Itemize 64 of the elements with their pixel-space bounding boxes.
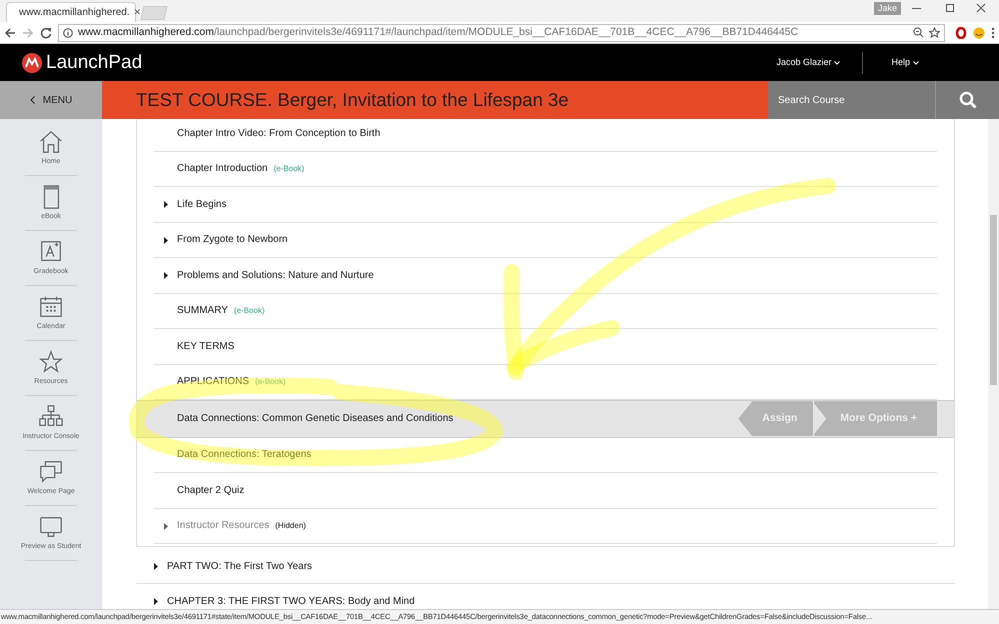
list-row[interactable]: Data Connections: Teratogens <box>154 438 937 473</box>
item-title[interactable]: Data Connections: Teratogens <box>177 447 312 462</box>
expand-triangle-icon[interactable] <box>154 563 158 570</box>
reload-icon[interactable] <box>40 26 52 38</box>
back-icon[interactable] <box>4 26 16 38</box>
restore-button[interactable] <box>946 4 954 12</box>
help-menu[interactable]: Help <box>891 56 919 70</box>
item-title[interactable]: From Zygote to Newborn <box>177 232 288 248</box>
list-row[interactable]: Chapter Intro Video: From Conception to Birth <box>154 119 937 152</box>
list-row[interactable]: Chapter Introduction (e-Book) <box>154 152 937 187</box>
extension-icon[interactable] <box>955 26 967 38</box>
item-title[interactable]: Chapter Intro Video: From Conception to Birth <box>177 126 380 141</box>
kebab-menu-icon[interactable] <box>991 26 995 38</box>
list-row[interactable]: From Zygote to Newborn <box>154 222 937 258</box>
item-title[interactable]: Life Begins <box>177 196 226 212</box>
course-title-bar: TEST COURSE. Berger, Invitation to the Lifespan 3e <box>102 81 768 119</box>
chevron-icon <box>30 96 35 104</box>
search-button[interactable] <box>935 81 999 119</box>
list-row[interactable]: Problems and Solutions: Nature and Nurture <box>154 258 937 294</box>
url-text: www.macmillanhighered.com/launchpad/bergerinvitels3e/4691171#/launchpad/item/MODULE_bsi__CAF16DAE__701B__4CEC__A796__BB71D446445C <box>78 24 798 40</box>
chat-icon[interactable] <box>38 458 64 485</box>
list-row[interactable]: Instructor Resources (Hidden) <box>154 508 937 544</box>
item-title[interactable]: Chapter 2 Quiz <box>177 482 244 498</box>
emoji-icon[interactable] <box>973 26 985 38</box>
bookmark-star-icon[interactable] <box>929 27 940 38</box>
list-row[interactable]: Life Begins <box>154 187 937 222</box>
selected-row[interactable]: Data Connections: Common Genetic Diseases and Conditions Assign More Options + <box>137 400 954 438</box>
star-icon[interactable] <box>38 348 64 375</box>
expand-triangle-icon[interactable] <box>164 272 168 279</box>
item-title[interactable]: Data Connections: Common Genetic Diseases and Conditions <box>177 411 454 426</box>
list-row[interactable]: KEY TERMS <box>154 329 937 364</box>
app-logo[interactable]: LaunchPad <box>46 53 142 72</box>
item-title[interactable]: KEY TERMS <box>177 338 234 354</box>
tab-title: www.macmillanhighered. <box>19 6 130 20</box>
part-title[interactable]: CHAPTER 3: THE FIRST TWO YEARS: Body and Mind <box>167 594 415 609</box>
list-row[interactable]: SUMMARY (e-Book) <box>154 294 937 329</box>
logo-icon <box>22 52 42 72</box>
search-icon <box>958 91 976 109</box>
address-field[interactable]: www.macmillanhighered.com/launchpad/bergerinvitels3e/4691171#/launchpad/item/MODULE_bsi__CAF16DAE__701B__4CEC__A796__BB71D446445C <box>58 24 945 42</box>
expand-triangle-icon[interactable] <box>154 598 158 605</box>
item-title[interactable]: Problems and Solutions: Nature and Nurture <box>177 268 374 283</box>
item-title[interactable]: SUMMARY <box>177 303 228 318</box>
item-title[interactable]: APPLICATIONS <box>177 374 250 390</box>
ebook-tag: (e-Book) <box>255 376 286 388</box>
home-icon[interactable] <box>38 128 64 155</box>
close-button[interactable] <box>976 1 986 15</box>
user-menu[interactable]: Jacob Glazier <box>776 56 840 70</box>
zoom-icon[interactable] <box>913 27 924 38</box>
item-title[interactable]: Instructor Resources <box>177 518 270 534</box>
ebook-tag: (e-Book) <box>274 162 304 175</box>
ebook-tag: (e-Book) <box>234 304 265 317</box>
list-row[interactable]: Chapter 2 Quiz <box>154 473 937 508</box>
scrollbar[interactable] <box>988 119 999 609</box>
close-icon[interactable]: ✕ <box>134 8 142 17</box>
expand-triangle-icon[interactable] <box>164 236 168 244</box>
caret-icon <box>834 60 840 64</box>
hidden-tag: (Hidden) <box>275 520 306 532</box>
part-title[interactable]: PART TWO: The First Two Years <box>167 558 312 574</box>
info-icon <box>63 28 73 38</box>
menu-button[interactable]: MENU <box>0 81 102 119</box>
caret-icon <box>913 60 919 64</box>
item-title[interactable]: Chapter Introduction <box>177 161 268 176</box>
search-field[interactable]: Search Course <box>768 81 935 119</box>
expand-triangle-icon[interactable] <box>164 201 168 208</box>
